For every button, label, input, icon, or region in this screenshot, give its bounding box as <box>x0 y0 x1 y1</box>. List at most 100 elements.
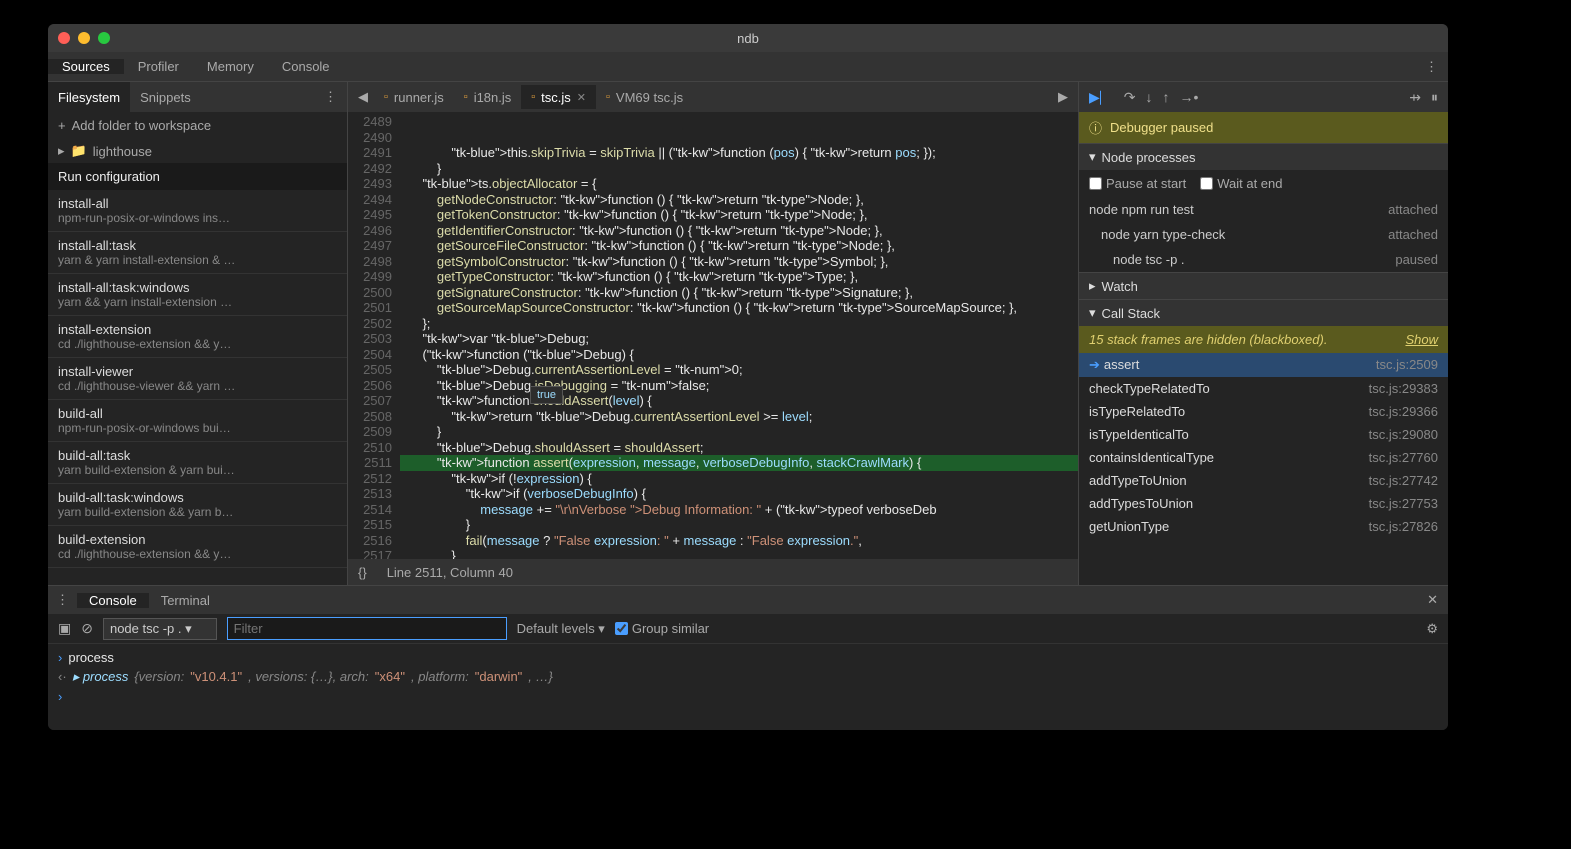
fs-item[interactable]: ▸ 📁 lighthouse <box>48 139 347 163</box>
step-into-icon[interactable]: ↓ <box>1146 89 1153 105</box>
pause-at-start-checkbox[interactable]: Pause at start <box>1089 176 1186 191</box>
drawer-kebab-icon[interactable]: ⋮ <box>48 592 77 608</box>
stack-frame[interactable]: getUnionTypetsc.js:27826 <box>1079 515 1448 538</box>
deactivate-breakpoints-icon[interactable]: ⇸ <box>1409 89 1421 106</box>
titlebar: ndb <box>48 24 1448 52</box>
chevron-right-icon: ▸ <box>58 143 65 159</box>
close-window-icon[interactable] <box>58 32 70 44</box>
debugger-panel: ▶⎸ ↷ ↓ ↑ →• ⇸ ⏸ ⓘ Debugger paused ▾ Node… <box>1078 82 1448 585</box>
file-tab[interactable]: ▫tsc.js✕ <box>521 85 596 109</box>
run-config-item[interactable]: install-all:taskyarn & yarn install-exte… <box>48 232 347 274</box>
console-toolbar: ▣ ⊘ node tsc -p . ▾ Default levels ▾ Gro… <box>48 614 1448 644</box>
run-config-item[interactable]: build-allnpm-run-posix-or-windows bui… <box>48 400 347 442</box>
run-config-item[interactable]: install-allnpm-run-posix-or-windows ins… <box>48 190 347 232</box>
run-config-item[interactable]: build-all:task:windowsyarn build-extensi… <box>48 484 347 526</box>
group-similar-checkbox[interactable]: Group similar <box>615 621 709 636</box>
callstack-header[interactable]: ▾ Call Stack <box>1079 299 1448 326</box>
nav-forward-icon[interactable]: ▶ <box>1054 89 1072 105</box>
cursor-position: Line 2511, Column 40 <box>387 565 513 580</box>
console-input-echo: process <box>68 650 114 665</box>
folder-icon: 📁 <box>71 143 87 159</box>
console-body[interactable]: ›process ‹·▸ process {version: "v10.4.1"… <box>48 644 1448 730</box>
step-icon[interactable]: →• <box>1180 89 1199 105</box>
blackbox-banner: 15 stack frames are hidden (blackboxed).… <box>1079 326 1448 353</box>
braces-icon[interactable]: {} <box>358 565 367 580</box>
node-processes-header[interactable]: ▾ Node processes <box>1079 143 1448 170</box>
clear-console-icon[interactable]: ⊘ <box>81 620 93 637</box>
filter-input[interactable] <box>227 617 507 640</box>
hover-tooltip: true <box>530 386 563 404</box>
add-folder-button[interactable]: + Add folder to workspace <box>48 112 347 139</box>
stack-frame[interactable]: ➔asserttsc.js:2509 <box>1079 353 1448 377</box>
sidebar-tab-filesystem[interactable]: Filesystem <box>48 82 130 112</box>
file-tab[interactable]: ▫VM69 tsc.js <box>596 85 693 109</box>
fs-item-label: lighthouse <box>93 144 152 159</box>
chevron-down-icon: ▾ <box>1089 149 1096 165</box>
run-config-item[interactable]: install-viewercd ./lighthouse-viewer && … <box>48 358 347 400</box>
minimize-window-icon[interactable] <box>78 32 90 44</box>
file-icon: ▫ <box>531 91 535 103</box>
run-config-item[interactable]: install-extensioncd ./lighthouse-extensi… <box>48 316 347 358</box>
close-icon[interactable]: ✕ <box>577 91 586 104</box>
nav-back-icon[interactable]: ◀ <box>354 89 372 105</box>
window-title: ndb <box>737 31 759 46</box>
run-config-item[interactable]: build-extensioncd ./lighthouse-extension… <box>48 526 347 568</box>
chevron-down-icon: ▾ <box>1089 305 1096 321</box>
output-chevron-icon: ‹· <box>58 669 67 685</box>
file-icon: ▫ <box>384 91 388 103</box>
resume-icon[interactable]: ▶⎸ <box>1089 89 1114 106</box>
tab-console[interactable]: Console <box>268 59 344 74</box>
tab-memory[interactable]: Memory <box>193 59 268 74</box>
main-tabs: SourcesProfilerMemoryConsole ⋮ <box>48 52 1448 82</box>
process-row[interactable]: node npm run testattached <box>1079 197 1448 222</box>
file-tab[interactable]: ▫runner.js <box>374 85 454 109</box>
process-row[interactable]: node tsc -p .paused <box>1079 247 1448 272</box>
drawer-tab-terminal[interactable]: Terminal <box>149 593 222 608</box>
drawer-close-icon[interactable]: ✕ <box>1417 592 1448 608</box>
wait-at-end-checkbox[interactable]: Wait at end <box>1200 176 1282 191</box>
app-window: ndb SourcesProfilerMemoryConsole ⋮ Files… <box>48 24 1448 730</box>
file-tab[interactable]: ▫i18n.js <box>454 85 521 109</box>
context-select[interactable]: node tsc -p . ▾ <box>103 618 217 640</box>
step-over-icon[interactable]: ↷ <box>1124 89 1136 106</box>
sidebar: FilesystemSnippets ⋮ + Add folder to work… <box>48 82 348 585</box>
stack-frame[interactable]: addTypeToUniontsc.js:27742 <box>1079 469 1448 492</box>
gutter: 2489249024912492249324942495249624972498… <box>348 112 400 559</box>
log-levels-select[interactable]: Default levels ▾ <box>517 621 605 637</box>
code-body[interactable]: "tk-blue">this.skipTrivia = skipTrivia |… <box>400 112 1078 559</box>
gear-icon[interactable]: ⚙ <box>1426 621 1438 637</box>
file-tabs: ◀ ▫runner.js▫i18n.js▫tsc.js✕▫VM69 tsc.js… <box>348 82 1078 112</box>
pause-exceptions-icon[interactable]: ⏸ <box>1431 89 1438 106</box>
info-icon: ⓘ <box>1089 118 1102 137</box>
paused-text: Debugger paused <box>1110 120 1213 135</box>
main-menu-kebab-icon[interactable]: ⋮ <box>1415 59 1448 75</box>
paused-banner: ⓘ Debugger paused <box>1079 112 1448 143</box>
sidebar-kebab-icon[interactable]: ⋮ <box>314 89 347 105</box>
chevron-right-icon: ▸ <box>1089 278 1096 294</box>
tab-profiler[interactable]: Profiler <box>124 59 193 74</box>
maximize-window-icon[interactable] <box>98 32 110 44</box>
process-row[interactable]: node yarn type-checkattached <box>1079 222 1448 247</box>
drawer-tab-console[interactable]: Console <box>77 593 149 608</box>
console-sidebar-icon[interactable]: ▣ <box>58 620 71 637</box>
stack-frame[interactable]: containsIdenticalTypetsc.js:27760 <box>1079 446 1448 469</box>
bottom-drawer: ⋮ ConsoleTerminal ✕ ▣ ⊘ node tsc -p . ▾ … <box>48 585 1448 730</box>
run-config-header: Run configuration <box>48 163 347 190</box>
run-config-item[interactable]: install-all:task:windowsyarn && yarn ins… <box>48 274 347 316</box>
add-folder-label: Add folder to workspace <box>72 118 211 133</box>
blackbox-show-link[interactable]: Show <box>1405 332 1438 347</box>
watch-header[interactable]: ▸ Watch <box>1079 272 1448 299</box>
step-out-icon[interactable]: ↑ <box>1163 89 1170 105</box>
stack-frame[interactable]: isTypeIdenticalTotsc.js:29080 <box>1079 423 1448 446</box>
stack-frame[interactable]: checkTypeRelatedTotsc.js:29383 <box>1079 377 1448 400</box>
run-config-item[interactable]: build-all:taskyarn build-extension & yar… <box>48 442 347 484</box>
tab-sources[interactable]: Sources <box>48 59 124 74</box>
prompt-chevron-icon: › <box>58 689 62 704</box>
stack-frame[interactable]: isTypeRelatedTotsc.js:29366 <box>1079 400 1448 423</box>
sidebar-tab-snippets[interactable]: Snippets <box>130 82 201 112</box>
debugger-toolbar: ▶⎸ ↷ ↓ ↑ →• ⇸ ⏸ <box>1079 82 1448 112</box>
editor-statusbar: {} Line 2511, Column 40 <box>348 559 1078 585</box>
input-chevron-icon: › <box>58 650 62 665</box>
stack-frame[interactable]: addTypesToUniontsc.js:27753 <box>1079 492 1448 515</box>
code-editor[interactable]: 2489249024912492249324942495249624972498… <box>348 112 1078 559</box>
